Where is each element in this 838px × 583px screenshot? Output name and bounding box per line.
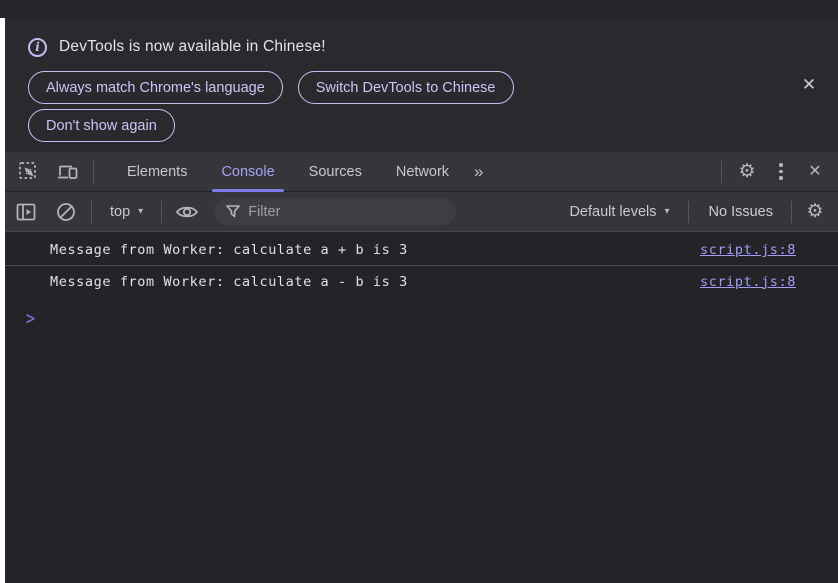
console-message-text: Message from Worker: calculate a + b is … [50,242,700,258]
clear-console-icon[interactable] [49,196,83,228]
more-tabs-icon[interactable]: » [466,152,489,192]
panel-tabs: Elements Console Sources Network » [110,152,490,192]
chevron-down-icon: ▾ [138,206,143,217]
close-devtools-icon[interactable]: ✕ [798,156,832,188]
filter-funnel-icon [226,205,240,218]
infobar-close-icon[interactable]: ✕ [798,74,820,96]
log-levels-dropdown[interactable]: Default levels ▾ [559,204,679,220]
source-location-link[interactable]: script.js:8 [700,242,796,258]
settings-gear-icon[interactable]: ⚙ [730,156,764,188]
infobar-buttons: Always match Chrome's language Switch De… [28,71,668,142]
devtools-panel: i DevTools is now available in Chinese! … [5,18,838,583]
tab-elements[interactable]: Elements [110,152,204,192]
live-expression-eye-icon[interactable] [170,196,204,228]
console-settings-gear-icon[interactable]: ⚙ [798,196,832,228]
match-chrome-language-button[interactable]: Always match Chrome's language [28,71,283,104]
main-toolbar: Elements Console Sources Network » ⚙ ✕ [5,152,838,192]
devtools-window: i DevTools is now available in Chinese! … [0,0,838,583]
toolbar-divider [721,161,722,183]
console-message-row: Message from Worker: calculate a - b is … [5,266,838,297]
tab-sources[interactable]: Sources [292,152,379,192]
console-toolbar: top ▾ Default levels ▾ [5,192,838,232]
filter-box[interactable] [214,198,456,225]
dont-show-again-button[interactable]: Don't show again [28,109,175,142]
more-options-kebab-icon[interactable] [764,156,798,188]
toolbar-divider [161,201,162,223]
source-location-link[interactable]: script.js:8 [700,274,796,290]
language-infobar: i DevTools is now available in Chinese! … [5,18,838,152]
info-icon: i [28,38,47,57]
prompt-chevron-icon: > [26,307,35,330]
toolbar-divider [688,201,689,223]
toolbar-divider [791,201,792,223]
toolbar-divider [91,201,92,223]
window-top-strip [0,0,838,18]
filter-input[interactable] [248,204,408,220]
tab-console[interactable]: Console [204,152,291,192]
console-message-row: Message from Worker: calculate a + b is … [5,235,838,266]
execution-context-dropdown[interactable]: top ▾ [100,204,153,220]
chevron-down-icon: ▾ [664,206,669,217]
issues-counter[interactable]: No Issues [697,204,785,220]
infobar-title: DevTools is now available in Chinese! [59,38,326,56]
console-message-text: Message from Worker: calculate a - b is … [50,274,700,290]
device-toolbar-icon[interactable] [51,156,85,188]
toolbar-divider [93,161,94,183]
console-messages-area: Message from Worker: calculate a + b is … [5,232,838,583]
console-prompt[interactable]: > [5,303,838,333]
console-sidebar-toggle-icon[interactable] [9,196,43,228]
switch-devtools-chinese-button[interactable]: Switch DevTools to Chinese [298,71,514,104]
inspect-element-icon[interactable] [11,156,45,188]
tab-network[interactable]: Network [379,152,466,192]
infobar-title-row: i DevTools is now available in Chinese! [28,35,838,59]
